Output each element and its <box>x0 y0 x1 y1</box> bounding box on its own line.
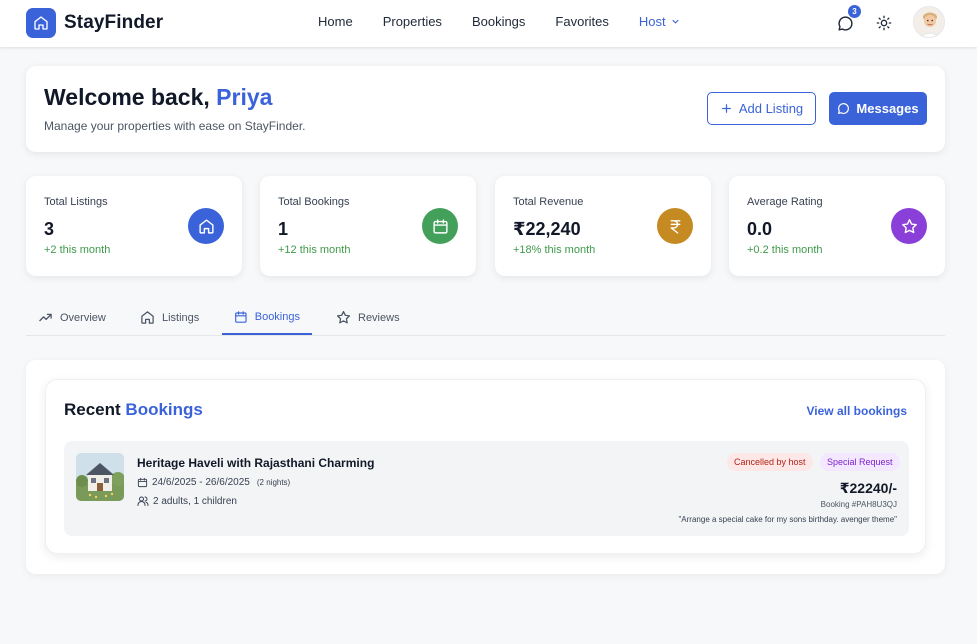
theme-toggle-button[interactable] <box>872 11 896 35</box>
messages-button[interactable]: Messages <box>829 92 927 125</box>
nav-host-label: Host <box>638 14 666 29</box>
nav-favorites[interactable]: Favorites <box>555 14 608 29</box>
stat-delta: +12 this month <box>278 244 351 256</box>
stat-card-total-bookings: Total Bookings 1 +12 this month <box>260 176 476 276</box>
welcome-greeting: Welcome back, <box>44 84 217 110</box>
welcome-card: Welcome back, Priya Manage your properti… <box>26 66 945 152</box>
booking-special-request-note: "Arrange a special cake for my sons birt… <box>678 515 897 524</box>
booking-date-range: 24/6/2025 - 26/6/2025 <box>152 477 250 488</box>
bookings-panel: Recent Bookings View all bookings Herita… <box>26 360 945 574</box>
tab-bookings[interactable]: Bookings <box>222 300 312 335</box>
brand[interactable]: StayFinder <box>26 8 163 38</box>
add-listing-button[interactable]: Add Listing <box>707 92 816 125</box>
tab-label: Reviews <box>358 311 400 324</box>
booking-guests: 2 adults, 1 children <box>137 495 237 507</box>
tab-overview[interactable]: Overview <box>26 300 118 335</box>
user-name: Priya <box>216 84 273 110</box>
stat-label: Total Listings <box>44 196 108 208</box>
home-icon <box>141 311 154 324</box>
chevron-down-icon <box>671 19 679 24</box>
view-all-bookings-link[interactable]: View all bookings <box>807 404 907 418</box>
sun-icon <box>876 15 892 31</box>
booking-dates: 24/6/2025 - 26/6/2025 (2 nights) <box>137 477 290 488</box>
section-title-prefix: Recent <box>64 400 126 419</box>
section-title: Recent Bookings <box>64 400 203 420</box>
users-icon <box>137 496 149 506</box>
plus-icon <box>721 104 731 113</box>
booking-reference: Booking #PAH8U3QJ <box>820 500 897 509</box>
stat-delta: +18% this month <box>513 244 596 256</box>
nav-bookings[interactable]: Bookings <box>472 14 525 29</box>
home-icon <box>188 208 224 244</box>
message-circle-icon <box>838 103 850 114</box>
calendar-icon <box>235 310 247 323</box>
stat-value: 0.0 <box>747 219 773 239</box>
stat-card-total-listings: Total Listings 3 +2 this month <box>26 176 242 276</box>
nav-properties[interactable]: Properties <box>383 14 442 29</box>
messages-label: Messages <box>856 101 919 116</box>
calendar-icon <box>422 208 458 244</box>
dashboard-tabs: Overview Listings Bookings Reviews <box>26 300 945 336</box>
property-thumbnail <box>76 453 124 501</box>
calendar-icon <box>137 477 148 488</box>
tab-label: Listings <box>162 311 200 324</box>
special-request-badge: Special Request <box>820 453 900 471</box>
nav-host-dropdown[interactable]: Host <box>639 14 681 29</box>
stat-label: Total Bookings <box>278 196 350 208</box>
recent-bookings-card: Recent Bookings View all bookings Herita… <box>45 379 926 554</box>
stat-value: 3 <box>44 219 55 239</box>
stat-value: 1 <box>278 219 289 239</box>
booking-nights: (2 nights) <box>256 478 291 487</box>
stat-label: Total Revenue <box>513 196 584 208</box>
stat-card-total-revenue: Total Revenue ₹22,240 +18% this month <box>495 176 711 276</box>
star-icon <box>891 208 927 244</box>
stat-card-average-rating: Average Rating 0.0 +0.2 this month <box>729 176 945 276</box>
avatar[interactable] <box>913 6 945 38</box>
notification-badge: 3 <box>848 5 861 18</box>
section-title-highlight: Bookings <box>125 400 203 419</box>
rupee-icon <box>657 208 693 244</box>
stat-value: ₹22,240 <box>513 219 581 239</box>
tab-label: Overview <box>60 311 106 324</box>
booking-price: ₹22240/- <box>839 480 897 496</box>
nav-home[interactable]: Home <box>318 14 353 29</box>
trending-up-icon <box>39 313 52 322</box>
status-badge: Cancelled by host <box>727 453 813 471</box>
tab-listings[interactable]: Listings <box>128 300 211 335</box>
tab-reviews[interactable]: Reviews <box>324 300 412 335</box>
add-listing-label: Add Listing <box>738 101 804 116</box>
booking-item[interactable]: Heritage Haveli with Rajasthani Charming… <box>64 441 909 536</box>
main-nav: Home Properties Bookings Favorites Host <box>318 14 711 29</box>
booking-property-title: Heritage Haveli with Rajasthani Charming <box>137 456 375 470</box>
top-navbar: StayFinder Home Properties Bookings Favo… <box>0 0 977 47</box>
home-icon <box>26 8 56 38</box>
star-icon <box>336 310 351 324</box>
booking-guests-text: 2 adults, 1 children <box>153 495 237 507</box>
messages-icon-button[interactable]: 3 <box>833 5 861 35</box>
stat-label: Average Rating <box>747 196 823 208</box>
stat-delta: +2 this month <box>44 244 111 256</box>
brand-name: StayFinder <box>64 12 164 33</box>
stat-delta: +0.2 this month <box>747 244 823 256</box>
welcome-subtitle: Manage your properties with ease on Stay… <box>44 119 306 133</box>
tab-label: Bookings <box>254 310 300 323</box>
welcome-heading: Welcome back, Priya <box>44 84 272 111</box>
